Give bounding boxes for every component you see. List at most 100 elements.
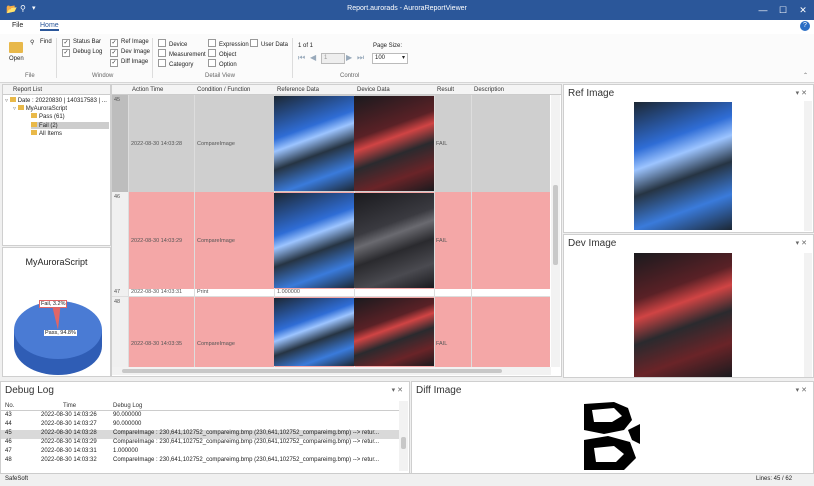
category-checkbox[interactable]: Category <box>158 59 193 68</box>
panel-menu-icon[interactable]: ▾ ✕ <box>796 386 807 394</box>
next-page-icon[interactable]: ▶ <box>346 53 352 62</box>
reference-thumbnail[interactable] <box>274 298 354 366</box>
debug-header: No. Time Debug Log <box>1 401 399 411</box>
ribbon-divider <box>56 38 57 78</box>
pie-chart <box>14 301 102 375</box>
prev-page-icon[interactable]: ◀ <box>310 53 316 62</box>
device-thumbnail[interactable] <box>354 96 434 191</box>
debug-scrollbar[interactable] <box>399 401 408 471</box>
panel-menu-icon[interactable]: ▾ ✕ <box>796 239 807 247</box>
open-button[interactable]: Open <box>9 56 24 62</box>
tree-item-all[interactable]: All Items <box>31 130 62 137</box>
folder-icon <box>31 130 37 135</box>
device-thumbnail[interactable] <box>354 193 434 288</box>
ref-image <box>634 102 732 230</box>
debug-log-checkbox[interactable]: ✓ Debug Log <box>62 49 102 57</box>
list-item[interactable]: 48 2022-08-30 14:03:32 CompareImage : 230,… <box>1 457 399 466</box>
first-page-icon[interactable]: ⏮ <box>298 53 305 63</box>
window-title: Report.aurorads - AuroraReportViewer <box>347 5 467 12</box>
close-button[interactable]: ✕ <box>796 3 810 17</box>
page-size-label: Page Size: <box>373 43 403 49</box>
ref-image-panel: Ref Image ▾ ✕ <box>563 84 814 233</box>
tab-file[interactable]: File <box>12 22 23 29</box>
ref-image-checkbox[interactable]: ✓ Ref Image <box>110 39 149 47</box>
open-folder-icon[interactable] <box>9 42 23 53</box>
col-device[interactable]: Device Data <box>357 87 390 93</box>
device-thumbnail[interactable] <box>354 298 434 366</box>
folder-icon <box>31 122 37 127</box>
grid-vertical-scrollbar[interactable] <box>551 95 560 367</box>
status-lines: Lines: 45 / 62 <box>756 476 793 482</box>
pie-pass-label: Pass, 94.8% <box>43 329 78 337</box>
row-number-cell: 48 <box>112 297 129 367</box>
tree-item-script[interactable]: ▿ MyAuroraScript <box>13 105 67 112</box>
col-reference[interactable]: Reference Data <box>277 87 319 93</box>
panel-menu-icon[interactable]: ▾ ✕ <box>796 89 807 97</box>
pie-title: MyAuroraScript <box>25 257 88 267</box>
grid-header: Action Time Condition / Function Referen… <box>112 85 561 95</box>
page-info: 1 of 1 <box>298 43 314 49</box>
device-checkbox[interactable]: Device <box>158 39 187 48</box>
file-group-label: File <box>25 73 35 79</box>
scrollbar-thumb[interactable] <box>122 369 502 373</box>
col-action-time[interactable]: Action Time <box>132 87 163 93</box>
minimize-button[interactable]: — <box>756 3 770 17</box>
scrollbar-thumb[interactable] <box>553 185 558 265</box>
user-data-checkbox[interactable]: User Data <box>250 39 288 48</box>
status-bar: SafeSoft Lines: 45 / 62 <box>0 473 814 486</box>
dev-image-title: Dev Image <box>568 238 617 249</box>
maximize-button[interactable]: ☐ <box>776 3 790 17</box>
list-item[interactable]: 44 2022-08-30 14:03:27 90.000000 <box>1 421 399 430</box>
measurement-checkbox[interactable]: Measurement <box>158 49 206 58</box>
col-condition[interactable]: Condition / Function <box>197 87 250 93</box>
scrollbar-thumb[interactable] <box>401 437 406 449</box>
title-bar: 📂 ⚲ ▾ Report.aurorads - AuroraReportView… <box>0 0 814 20</box>
debug-log-panel: Debug Log ▾ ✕ No. Time Debug Log 43 2022-… <box>0 381 410 474</box>
ribbon-divider <box>152 38 153 78</box>
list-item[interactable]: 45 2022-08-30 14:03:28 CompareImage : 230,… <box>1 430 399 439</box>
folder-icon <box>17 105 24 110</box>
table-row[interactable]: 47 2022-08-30 14:03:31 Print 1.000000 <box>112 289 550 297</box>
tree-header: Report List <box>3 85 110 95</box>
col-result[interactable]: Result <box>437 87 454 93</box>
reference-thumbnail[interactable] <box>274 96 354 191</box>
table-row[interactable]: 48 2022-08-30 14:03:35 CompareImage FAIL <box>112 297 550 367</box>
result-grid-panel: Action Time Condition / Function Referen… <box>111 84 562 377</box>
dev-image <box>634 253 732 377</box>
pie-chart-panel: MyAuroraScript Fail, 3.2% Pass, 94.8% <box>2 247 111 377</box>
object-checkbox[interactable]: Object <box>208 49 236 58</box>
option-checkbox[interactable]: Option <box>208 59 237 68</box>
list-item[interactable]: 46 2022-08-30 14:03:29 CompareImage : 230,… <box>1 439 399 448</box>
table-row[interactable]: 46 2022-08-30 14:03:29 CompareImage FAIL <box>112 192 550 289</box>
dev-image-scrollbar[interactable] <box>804 253 812 377</box>
page-size-select[interactable]: 100 ▾ <box>372 53 408 64</box>
dev-image-checkbox[interactable]: ✓ Dev Image <box>110 49 150 57</box>
reference-thumbnail[interactable] <box>274 193 354 288</box>
table-row[interactable]: 45 2022-08-30 14:03:28 CompareImage FAIL <box>112 95 550 192</box>
grid-horizontal-scrollbar[interactable] <box>112 367 551 375</box>
panel-menu-icon[interactable]: ▾ ✕ <box>392 386 403 394</box>
diff-image <box>584 400 640 472</box>
page-number-input[interactable]: 1 <box>321 53 345 64</box>
tree-item-fail[interactable]: Fail (2) <box>31 122 109 129</box>
last-page-icon[interactable]: ⏭ <box>357 53 364 63</box>
tree-item-date[interactable]: ▿ Date : 20220830 | 140317583 | ... <box>5 97 107 104</box>
collapse-ribbon-icon[interactable]: ⌃ <box>803 72 808 79</box>
diff-image-checkbox[interactable]: ✓ Diff Image <box>110 59 148 67</box>
expression-checkbox[interactable]: Expression <box>208 39 249 48</box>
list-item[interactable]: 47 2022-08-30 14:03:31 1.000000 <box>1 448 399 457</box>
ribbon-divider <box>292 38 293 78</box>
row-number-cell: 46 <box>112 192 129 289</box>
tab-home[interactable]: Home <box>40 22 59 31</box>
list-item[interactable]: 43 2022-08-30 14:03:26 90.000000 <box>1 412 399 421</box>
ref-image-scrollbar[interactable] <box>804 101 812 231</box>
help-icon[interactable]: ? <box>800 21 810 31</box>
tree-item-pass[interactable]: Pass (61) <box>31 113 65 120</box>
window-group-label: Window <box>92 73 114 79</box>
find-button[interactable]: Find <box>40 39 52 45</box>
row-number-cell: 45 <box>112 95 129 192</box>
ribbon-tabs: File Home ? <box>0 20 814 34</box>
status-bar-checkbox[interactable]: ✓ Status Bar <box>62 39 101 47</box>
col-description[interactable]: Description <box>474 87 504 93</box>
pie-fail-label: Fail, 3.2% <box>39 300 68 308</box>
